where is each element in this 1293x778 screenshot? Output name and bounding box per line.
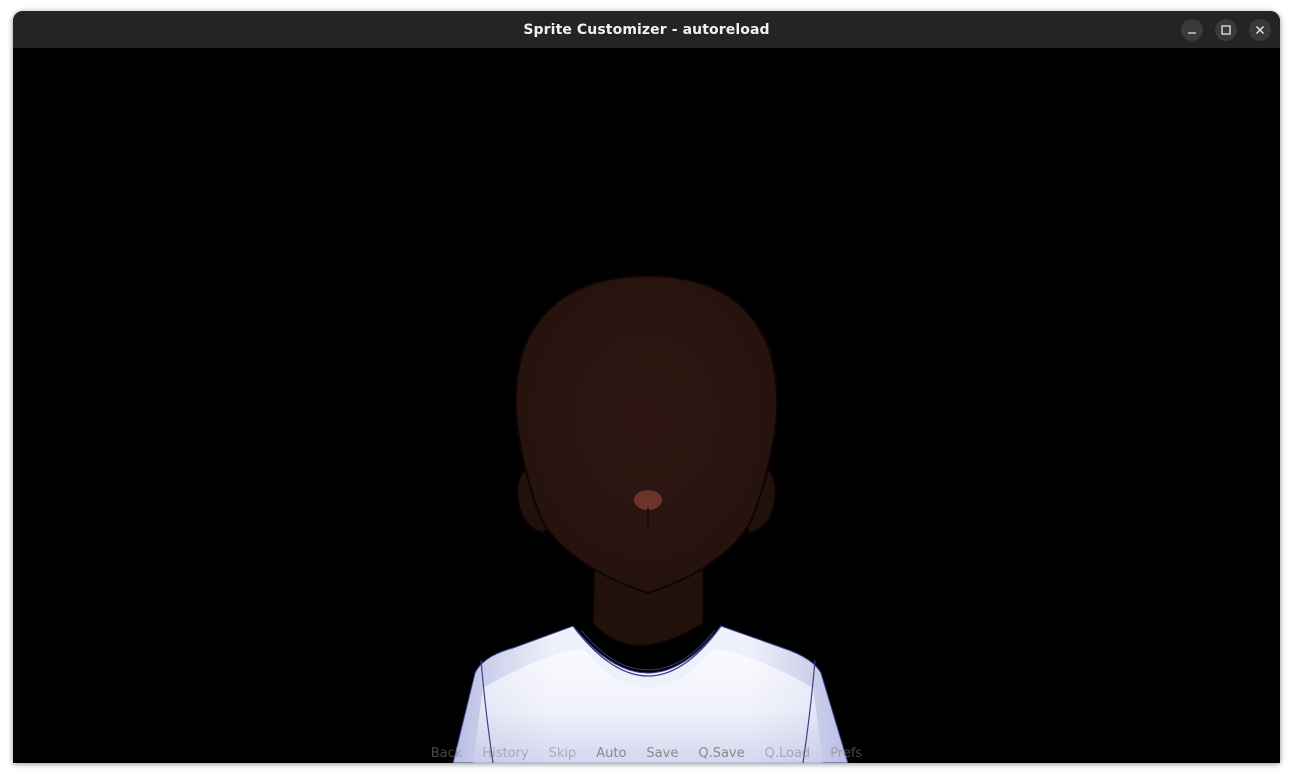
quick-menu-back[interactable]: Back: [421, 746, 473, 762]
title-bar[interactable]: Sprite Customizer - autoreload: [13, 11, 1280, 48]
close-button[interactable]: [1249, 19, 1271, 41]
nose: [634, 490, 662, 510]
head: [514, 274, 779, 595]
close-icon: [1256, 26, 1264, 34]
window-title: Sprite Customizer - autoreload: [523, 21, 770, 38]
quick-menu-qsave[interactable]: Q.Save: [688, 746, 754, 762]
character-sprite: [452, 274, 849, 763]
quick-menu-history[interactable]: History: [472, 746, 538, 762]
game-canvas[interactable]: Back History Skip Auto Save Q.Save Q.Loa…: [13, 48, 1280, 763]
maximize-icon: [1221, 25, 1231, 35]
quick-menu-skip[interactable]: Skip: [539, 746, 587, 762]
minimize-button[interactable]: [1181, 19, 1203, 41]
quick-menu: Back History Skip Auto Save Q.Save Q.Loa…: [13, 746, 1280, 762]
minimize-icon: [1188, 32, 1196, 34]
maximize-button[interactable]: [1215, 19, 1237, 41]
quick-menu-auto[interactable]: Auto: [586, 746, 636, 762]
app-window: Sprite Customizer - autoreload Back Hist…: [13, 11, 1280, 763]
quick-menu-prefs[interactable]: Prefs: [820, 746, 872, 762]
quick-menu-save[interactable]: Save: [636, 746, 688, 762]
quick-menu-qload[interactable]: Q.Load: [755, 746, 821, 762]
